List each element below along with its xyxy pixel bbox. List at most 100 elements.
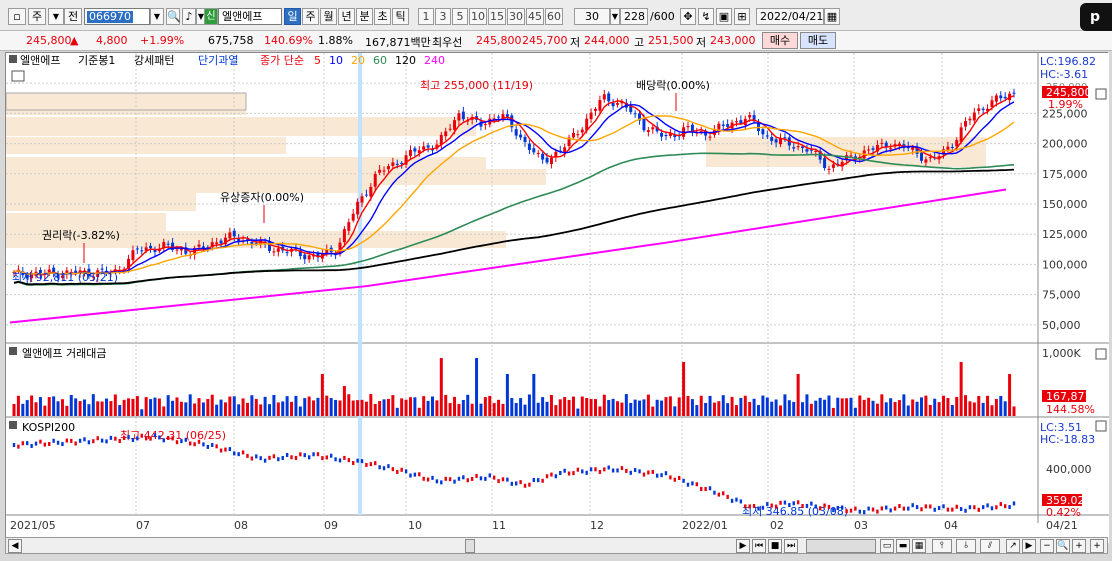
kospi-candle — [863, 510, 866, 515]
tab-2[interactable]: 월 — [320, 8, 337, 25]
kospi-pane-icon — [9, 421, 17, 429]
compare-icon[interactable]: ↯ — [698, 8, 714, 25]
arrow-icon[interactable]: ↗ — [1006, 539, 1020, 553]
interval-30-button[interactable]: 30 — [507, 8, 525, 25]
volume-bar — [809, 403, 813, 416]
kospi-candle — [202, 442, 205, 447]
interval-5-button[interactable]: 5 — [452, 8, 468, 25]
crosshair-icon[interactable]: ✥ — [680, 8, 696, 25]
kospi-candle — [219, 448, 223, 453]
zoom-track[interactable] — [806, 539, 876, 553]
zoom-plus-icon[interactable]: + — [1090, 539, 1104, 553]
date-input[interactable]: 2022/04/21 — [756, 8, 824, 25]
stock-code-input[interactable]: 066970 — [84, 8, 150, 25]
window-icon[interactable]: ▫ — [8, 8, 26, 25]
scroll-left-icon[interactable]: ◀ — [8, 539, 22, 553]
interval-45-button[interactable]: 45 — [526, 8, 544, 25]
kospi-candle — [545, 474, 549, 479]
volume-bar — [466, 394, 470, 416]
volume-bar — [818, 397, 822, 416]
interval-3-button[interactable]: 3 — [435, 8, 451, 25]
interval-1-button[interactable]: 1 — [418, 8, 434, 25]
volume-bar — [184, 402, 188, 416]
candle-body — [911, 147, 915, 150]
volume-bar — [858, 395, 862, 416]
scroll-bar[interactable]: ◀ ▶ ⏮ ■ ⏭ ▭ ▬ ▦ ⫯ ⫰ ⫽ ↗ ▶ − 🔍 + + — [5, 537, 1108, 554]
sell-button[interactable]: 매도 — [800, 32, 836, 49]
last-icon[interactable]: ⏭ — [784, 539, 798, 553]
interval-10-button[interactable]: 10 — [469, 8, 487, 25]
volume-bar — [814, 400, 818, 416]
candle-body — [827, 168, 831, 170]
line-up-icon[interactable]: ⫽ — [980, 539, 1000, 553]
kospi-candle — [197, 439, 201, 444]
interval-60-button[interactable]: 60 — [545, 8, 563, 25]
calendar-icon[interactable]: ▦ — [824, 8, 840, 25]
buy-button[interactable]: 매수 — [762, 32, 798, 49]
kospi-candle — [325, 455, 328, 460]
kospi-candle — [779, 500, 782, 505]
volume-bar — [990, 405, 994, 416]
scroll-thumb[interactable] — [465, 539, 475, 553]
volume-profile-bar — [6, 92, 247, 111]
interval-select[interactable]: 30 — [574, 8, 610, 25]
tab-6[interactable]: 틱 — [392, 8, 409, 25]
bar-wide-icon[interactable]: ▭ — [880, 539, 894, 553]
prev-button[interactable]: 전 — [64, 8, 82, 25]
candle-body — [373, 173, 377, 187]
zoom-out-icon[interactable]: − — [1040, 539, 1054, 553]
kospi-candle — [70, 438, 73, 443]
volume-bar — [303, 398, 307, 416]
volume-bar — [787, 400, 791, 416]
code-dropdown-icon[interactable]: ▼ — [150, 8, 164, 25]
tab-0[interactable]: 일 — [284, 8, 301, 25]
volume-bar — [360, 399, 364, 416]
tab-1[interactable]: 주 — [302, 8, 319, 25]
kospi-candle — [933, 507, 936, 512]
interval-dropdown-icon[interactable]: ▼ — [610, 8, 620, 25]
kospi-candle — [211, 442, 214, 447]
kospi-candle — [510, 481, 513, 486]
bar-tile-icon[interactable]: ▦ — [912, 539, 926, 553]
candle-up-icon[interactable]: ⫯ — [932, 539, 952, 553]
kospi-candle — [127, 434, 130, 439]
candle-body — [342, 229, 346, 243]
volume-bar — [12, 404, 16, 416]
interval-15-button[interactable]: 15 — [488, 8, 506, 25]
chart-area[interactable]: LC:196.82HC:-3.61250,000245,8001.99%225,… — [5, 52, 1109, 543]
speaker-icon[interactable]: ♪ — [182, 8, 196, 25]
volume-bar — [660, 400, 664, 416]
play-icon[interactable]: ▶ — [736, 539, 750, 553]
bar-fit-icon[interactable]: ▬ — [896, 539, 910, 553]
kospi-candle — [907, 506, 910, 511]
zoom-in-icon[interactable]: + — [1072, 539, 1086, 553]
volume-bar — [801, 402, 805, 416]
first-icon[interactable]: ⏮ — [752, 539, 766, 553]
search-icon[interactable]: 🔍 — [166, 8, 181, 25]
grid-icon[interactable]: ⊞ — [734, 8, 750, 25]
side-panel-button[interactable]: p — [1080, 3, 1112, 31]
dropdown-icon[interactable]: ▼ — [48, 8, 64, 25]
scroll-right-icon[interactable]: ▶ — [1022, 539, 1036, 553]
volume-bar — [840, 398, 844, 416]
stop-icon[interactable]: ■ — [768, 539, 782, 553]
candle-down-icon[interactable]: ⫰ — [956, 539, 976, 553]
candle-body — [919, 152, 923, 161]
period-week-button[interactable]: 주 — [28, 8, 46, 25]
tab-5[interactable]: 초 — [374, 8, 391, 25]
kospi-candle — [959, 507, 963, 512]
kospi-candle — [550, 472, 553, 477]
kospi-candle — [422, 476, 425, 481]
chart-canvas[interactable]: LC:196.82HC:-3.61250,000245,8001.99%225,… — [6, 53, 1109, 543]
tab-3[interactable]: 년 — [338, 8, 355, 25]
kospi-candle — [307, 455, 311, 460]
volume-bar — [312, 400, 316, 416]
magnifier-icon[interactable]: 🔍 — [1056, 539, 1070, 553]
volume-bar — [162, 406, 166, 416]
volume-bar — [272, 394, 276, 416]
x-tick: 2022/01 — [682, 519, 728, 532]
count-input[interactable]: 228 — [620, 8, 648, 25]
candle-body — [593, 108, 597, 111]
tab-4[interactable]: 분 — [356, 8, 373, 25]
save-icon[interactable]: ▣ — [716, 8, 732, 25]
